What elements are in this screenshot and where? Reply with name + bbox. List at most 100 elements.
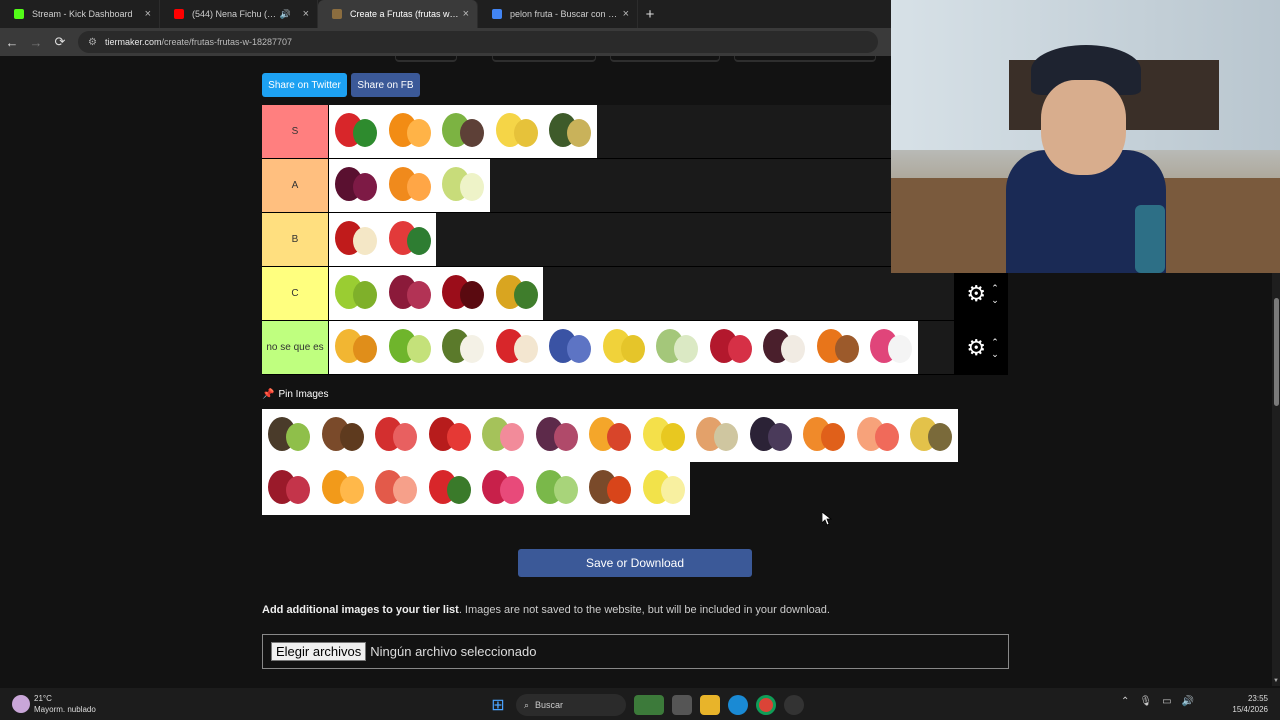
fruit-image-pitaya-red[interactable]	[476, 462, 530, 515]
date: 15/4/2026	[1232, 705, 1268, 714]
pin-images-label[interactable]: 📌 Pin Images	[262, 389, 328, 400]
fruit-image-mamey[interactable]	[810, 321, 864, 374]
tab-close-icon[interactable]: ×	[623, 8, 629, 20]
fruit-image-blackberries[interactable]	[743, 409, 797, 462]
address-bar[interactable]: ⚙ tiermaker.com /create/frutas-frutas-w-…	[78, 31, 878, 53]
fruit-image-lemons[interactable]	[636, 409, 690, 462]
tab-close-icon[interactable]: ×	[303, 8, 309, 20]
weather-widget[interactable]: 21°C Mayorm. nublado	[12, 693, 96, 715]
tier-label[interactable]: no se que es	[262, 321, 329, 374]
new-tab-button[interactable]: +	[638, 0, 662, 28]
fruit-image-pear[interactable]	[436, 159, 490, 212]
forward-button[interactable]: →	[24, 30, 48, 54]
tier-items	[329, 321, 918, 374]
choose-files-button[interactable]: Elegir archivos	[271, 642, 367, 661]
fruit-image-plum[interactable]	[329, 159, 383, 212]
save-download-button[interactable]: Save or Download	[518, 549, 752, 577]
edge-icon[interactable]	[728, 695, 748, 715]
chrome-icon[interactable]	[756, 695, 776, 715]
fruit-image-red-grapes[interactable]	[382, 267, 436, 320]
scroll-down-icon[interactable]: ▼	[1273, 678, 1279, 684]
fruit-image-peach[interactable]	[850, 409, 904, 462]
fruit-image-cantaloupe[interactable]	[690, 409, 744, 462]
chevron-up-icon[interactable]: ⌃	[1121, 696, 1129, 707]
browser-tab[interactable]: Create a Frutas (frutas w) Tier L×	[318, 0, 478, 28]
mic-icon[interactable]: 🎙	[1139, 696, 1152, 707]
fruit-image-kiwi[interactable]	[436, 105, 490, 158]
fruit-image-rambutan[interactable]	[489, 321, 543, 374]
tab-close-icon[interactable]: ×	[145, 8, 151, 20]
volume-icon[interactable]: 🔊	[1182, 696, 1194, 707]
fruit-image-fig[interactable]	[529, 409, 583, 462]
gear-icon[interactable]: ⚙	[963, 335, 989, 361]
back-button[interactable]: ←	[0, 30, 24, 54]
fruit-image-guava[interactable]	[476, 409, 530, 462]
fruit-image-lime[interactable]	[382, 321, 436, 374]
browser-tab[interactable]: Stream - Kick Dashboard ×	[0, 0, 160, 28]
fruit-image-banana[interactable]	[489, 105, 543, 158]
fruit-image-sapote[interactable]	[583, 462, 637, 515]
task-view-icon[interactable]	[672, 695, 692, 715]
share-fb-button[interactable]: Share on FB	[351, 73, 420, 97]
tier-label[interactable]: A	[262, 159, 329, 212]
fruit-image-sugar-apple[interactable]	[650, 321, 704, 374]
chevron-down-icon[interactable]: ⌄	[991, 348, 999, 360]
tier-label[interactable]: B	[262, 213, 329, 266]
app-icon[interactable]	[784, 695, 804, 715]
file-explorer-icon[interactable]	[700, 695, 720, 715]
tab-audio-icon[interactable]: 🔊	[280, 9, 291, 20]
fruit-image-strawberry[interactable]	[329, 105, 383, 158]
fruit-image-pineapple[interactable]	[489, 267, 543, 320]
fruit-image-apple[interactable]	[329, 213, 383, 266]
fruit-image-mangosteen[interactable]	[757, 321, 811, 374]
fruit-image-dragonfruit[interactable]	[864, 321, 918, 374]
fruit-image-green-grapes[interactable]	[329, 267, 383, 320]
chevron-up-icon[interactable]: ⌃	[991, 282, 999, 294]
chevron-down-icon[interactable]: ⌄	[991, 294, 999, 306]
fruit-image-prickly-pear[interactable]	[529, 462, 583, 515]
gear-icon[interactable]: ⚙	[963, 281, 989, 307]
chevron-up-icon[interactable]: ⌃	[991, 336, 999, 348]
fruit-image-mandarin[interactable]	[382, 159, 436, 212]
taskbar-search[interactable]: ⌕ Buscar	[516, 694, 626, 716]
tier-label[interactable]: C	[262, 267, 329, 320]
fruit-image-papaya[interactable]	[797, 409, 851, 462]
browser-tab[interactable]: (544) Nena Fichu (Latin Tec🔊 ×	[160, 0, 318, 28]
fruit-image-raspberries[interactable]	[703, 321, 757, 374]
share-twitter-button[interactable]: Share on Twitter	[262, 73, 347, 97]
fruit-image-strawberries[interactable]	[369, 409, 423, 462]
fruit-image-mango-red[interactable]	[583, 409, 637, 462]
site-info-icon[interactable]: ⚙	[88, 37, 97, 48]
network-icon[interactable]: ▭	[1162, 696, 1171, 707]
fruit-image-starfruit[interactable]	[596, 321, 650, 374]
fruit-image-watermelon[interactable]	[382, 213, 436, 266]
system-tray: ⌃ 🎙 ▭ 🔊	[1111, 696, 1194, 707]
fruit-image-avocado[interactable]	[543, 105, 597, 158]
fruit-image-yellow-fruit[interactable]	[904, 409, 958, 462]
widget-icon[interactable]	[634, 695, 664, 715]
browser-tab[interactable]: pelon fruta - Buscar con Googl ×	[478, 0, 638, 28]
fruit-image-orange[interactable]	[382, 105, 436, 158]
time: 23:55	[1247, 694, 1268, 703]
clock[interactable]: 23:55 15/4/2026	[1232, 693, 1268, 715]
tab-close-icon[interactable]: ×	[463, 8, 469, 20]
fruit-image-lemon[interactable]	[636, 462, 690, 515]
fruit-image-grapefruit[interactable]	[369, 462, 423, 515]
start-icon[interactable]: ⊞	[488, 695, 508, 715]
fruit-image-tomatoes[interactable]	[422, 462, 476, 515]
fruit-image-pomegranate[interactable]	[422, 409, 476, 462]
fruit-image-mango[interactable]	[329, 321, 383, 374]
scroll-thumb[interactable]	[1274, 298, 1279, 406]
tier-label[interactable]: S	[262, 105, 329, 158]
reload-button[interactable]: ⟳	[48, 30, 72, 54]
fruit-image-oranges[interactable]	[315, 462, 369, 515]
browser-nav-bar: ← → ⟳ ⚙ tiermaker.com /create/frutas-fru…	[0, 28, 891, 56]
fruit-image-soursop[interactable]	[436, 321, 490, 374]
fruit-image-cherry[interactable]	[436, 267, 490, 320]
file-input[interactable]: Elegir archivos Ningún archivo seleccion…	[262, 634, 1009, 669]
fruit-image-passion-fruit[interactable]	[262, 409, 316, 462]
fruit-image-blueberries[interactable]	[543, 321, 597, 374]
fruit-image-red-pods[interactable]	[262, 462, 316, 515]
tab-title: Stream - Kick Dashboard	[32, 9, 133, 19]
fruit-image-tamarind[interactable]	[315, 409, 369, 462]
